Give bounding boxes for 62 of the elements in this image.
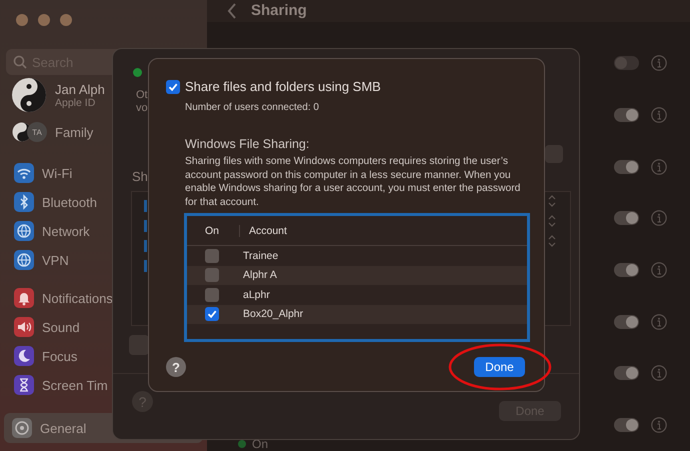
toggle-switch[interactable] [614,314,639,329]
toggle-switch[interactable] [614,418,639,432]
account-name: Alphr A [243,269,277,282]
connection-count: Number of users connected: 0 [185,102,320,113]
sidebar-item[interactable]: Bluetooth [42,194,97,210]
sidebar-item[interactable]: VPN [42,252,69,268]
checkbox[interactable] [205,268,219,282]
section-heading: Sh [132,169,148,184]
sidebar-item[interactable]: Screen Tim [42,378,108,392]
account-name[interactable]: Jan Alph [55,82,105,96]
stepper-icon[interactable] [547,195,557,207]
description-text: vo [136,102,148,114]
checkbox[interactable] [166,80,180,94]
sidebar-item[interactable]: Notifications [42,290,113,306]
search-icon [13,55,27,69]
back-button[interactable] [227,2,237,19]
checkbox[interactable] [205,307,219,322]
info-button[interactable] [651,417,667,434]
sidebar-item[interactable]: Sound [42,320,80,334]
checkbox-label: Share files and folders using SMB [185,79,381,94]
zoom-button[interactable] [60,14,72,26]
column-header[interactable]: Account [240,224,287,236]
sidebar-item[interactable]: Network [42,224,90,238]
column-header[interactable]: On [187,224,240,236]
done-button[interactable]: Done [474,357,525,377]
status-label: On [252,437,268,451]
toggle-switch[interactable] [614,56,639,70]
info-button[interactable] [651,158,667,175]
window-title: Sharing [251,2,307,20]
info-button[interactable] [651,262,667,278]
stepper-icon[interactable] [547,215,557,227]
account-name: Box20_Alphr [243,308,304,320]
initials-badge: TA [27,122,47,142]
toggle-switch[interactable] [614,211,639,226]
add-button[interactable] [129,335,149,355]
description-text: Sharing files with some Windows computers requires storing the user’s account password on this computer in a less secure manner. When you enable Windows sharing for a user account, you must enter the password for that account. [185,155,522,209]
checkbox[interactable] [205,248,219,263]
status-dot [133,68,142,77]
checkbox[interactable] [205,288,219,302]
account-name: aLphr [243,288,270,301]
sidebar-item[interactable]: Family [55,124,94,140]
toggle-switch[interactable] [614,263,639,278]
avatar-icon[interactable] [11,77,47,113]
toggle-switch[interactable] [614,366,639,380]
more-button[interactable] [545,145,563,163]
toggle-switch[interactable] [614,160,639,174]
sidebar-item[interactable]: Focus [42,348,78,364]
close-button[interactable] [16,14,28,26]
status-text: Ot [136,89,148,101]
section-heading: Windows File Sharing: [185,137,310,151]
account-subtitle: Apple ID [55,96,96,108]
minimize-button[interactable] [38,14,50,26]
help-button[interactable]: ? [166,357,186,377]
info-button[interactable] [651,55,667,72]
toggle-switch[interactable] [614,108,639,122]
info-button[interactable] [651,365,667,382]
info-button[interactable] [651,210,667,226]
sidebar-item[interactable]: Wi-Fi [42,166,72,180]
info-button[interactable] [651,314,667,330]
stepper-icon[interactable] [547,235,557,247]
account-name: Trainee [243,250,278,262]
info-button[interactable] [651,107,667,124]
